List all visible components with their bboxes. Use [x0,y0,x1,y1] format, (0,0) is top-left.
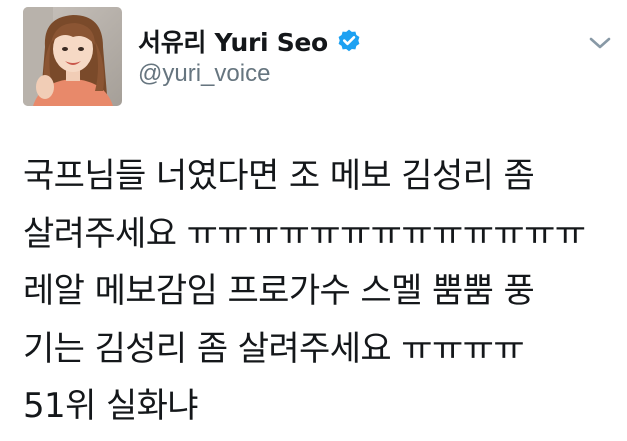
tweet-text-line: 국프님들 너였다면 조 메보 김성리 좀 [23,156,535,196]
tweet-text-line: 살려주세요 ㅠㅠㅠㅠㅠㅠㅠㅠㅠㅠㅠㅠㅠ [23,213,586,254]
chevron-down-icon[interactable] [587,34,613,52]
avatar[interactable] [23,7,122,106]
tweet-card: 서유리 Yuri Seo @yuri_voice 국프님들 너였다면 조 메보 … [0,0,627,441]
avatar-photo [23,7,122,106]
display-name[interactable]: 서유리 Yuri Seo [138,23,328,59]
tweet-text-line: 레알 메보감임 프로가수 스멜 뿜뿜 풍 [23,271,535,311]
tweet-text-line: 51위 실화냐 [23,386,199,426]
tweet-text: 국프님들 너였다면 조 메보 김성리 좀 살려주세요 ㅠㅠㅠㅠㅠㅠㅠㅠㅠㅠㅠㅠㅠ… [23,148,613,436]
tweet-header: 서유리 Yuri Seo @yuri_voice [138,24,362,88]
user-handle[interactable]: @yuri_voice [138,60,362,88]
name-row: 서유리 Yuri Seo [138,24,362,58]
tweet-text-line: 기는 김성리 좀 살려주세요 ㅠㅠㅠㅠ [23,328,525,369]
verified-badge-icon [336,28,362,54]
